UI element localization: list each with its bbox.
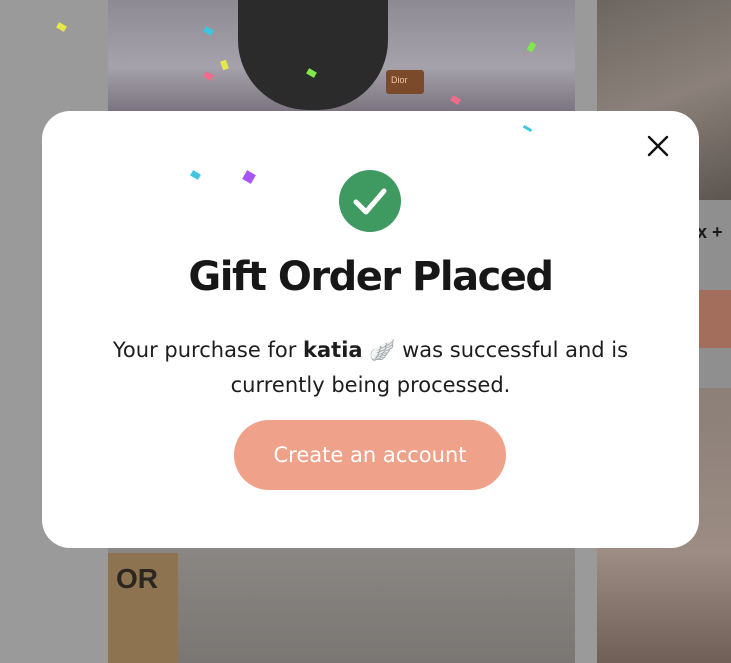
bag-tag: Dior xyxy=(386,70,424,94)
recipient-name: katia xyxy=(303,338,363,362)
partial-button[interactable] xyxy=(697,290,731,348)
gift-order-modal: Gift Order Placed Your purchase for kati… xyxy=(42,111,699,548)
modal-title: Gift Order Placed xyxy=(188,254,554,300)
confetti-piece xyxy=(190,170,201,180)
confetti-piece xyxy=(522,124,533,133)
wing-emoji-icon: 🪽 xyxy=(369,338,396,362)
close-icon xyxy=(647,135,669,157)
feed-photo-bottom[interactable]: OR xyxy=(108,548,575,663)
create-account-button[interactable]: Create an account xyxy=(234,420,506,490)
store-sign-text: OR xyxy=(116,563,158,594)
check-circle-icon xyxy=(339,170,401,232)
confetti-piece xyxy=(242,170,256,184)
partial-button-label: x + xyxy=(697,222,723,242)
bag-tag-text: Dior xyxy=(391,75,408,85)
message-prefix: Your purchase for xyxy=(112,338,297,362)
close-button[interactable] xyxy=(645,133,671,159)
store-sign: OR xyxy=(108,553,178,663)
handbag-image xyxy=(238,0,388,110)
confetti-piece xyxy=(56,22,67,32)
feed-photo-top[interactable]: Dior xyxy=(108,0,575,111)
modal-message: Your purchase for katia 🪽 was successful… xyxy=(82,333,659,403)
